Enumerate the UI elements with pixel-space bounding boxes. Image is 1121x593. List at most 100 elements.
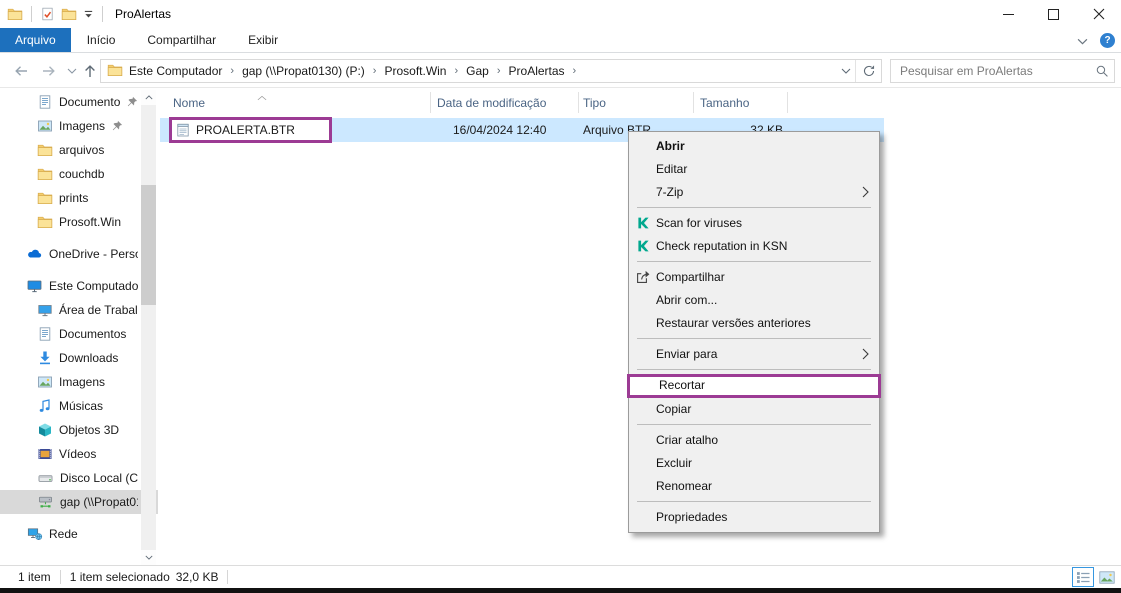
new-folder-icon[interactable]: [61, 6, 77, 22]
breadcrumb-item-gap[interactable]: Gap: [464, 64, 491, 78]
breadcrumb: Este Computador › gap (\\Propat0130) (P:) ›…: [127, 64, 837, 78]
sidebar-scrollbar[interactable]: [141, 90, 156, 565]
breadcrumb-item-proalertas[interactable]: ProAlertas: [507, 64, 567, 78]
search-icon: [1090, 64, 1114, 78]
sidebar-item-imagens[interactable]: Imagens: [0, 370, 158, 394]
sidebar-item-musicas[interactable]: Músicas: [0, 394, 158, 418]
expand-ribbon-icon[interactable]: [1077, 34, 1088, 48]
folder-icon: [37, 166, 53, 182]
sidebar-item-videos[interactable]: Vídeos: [0, 442, 158, 466]
context-menu-item-enviar-para[interactable]: Enviar para: [629, 343, 879, 366]
menu-item-label: Scan for viruses: [656, 216, 742, 230]
help-icon[interactable]: ?: [1100, 33, 1115, 48]
column-header-data-de-modificacao[interactable]: Data de modificação: [430, 90, 578, 115]
sidebar-item-downloads[interactable]: Downloads: [0, 346, 158, 370]
context-menu-item-excluir[interactable]: Excluir: [629, 452, 879, 475]
up-button[interactable]: [80, 61, 100, 81]
context-menu-item-propriedades[interactable]: Propriedades: [629, 506, 879, 529]
breadcrumb-chevron-icon: ›: [497, 65, 501, 77]
sidebar-item-label: Imagens: [59, 375, 105, 389]
sidebar-item-label: gap (\\Propat0130) (P:): [60, 495, 138, 509]
menu-item-label: Recortar: [659, 378, 705, 392]
minimize-button[interactable]: [986, 0, 1031, 28]
submenu-chevron-icon: [862, 348, 870, 360]
sidebar-item-este-computador[interactable]: Este Computador: [0, 274, 158, 298]
menu-item-label: Propriedades: [656, 510, 727, 524]
document-icon: [37, 326, 53, 342]
tab-arquivo[interactable]: Arquivo: [0, 28, 71, 52]
forward-button[interactable]: [39, 61, 59, 81]
folder-icon: [37, 214, 53, 230]
breadcrumb-item-este-computador[interactable]: Este Computador: [127, 64, 224, 78]
context-menu-item-renomear[interactable]: Renomear: [629, 475, 879, 498]
scroll-down-icon[interactable]: [141, 550, 156, 565]
context-menu-item-7-zip[interactable]: 7-Zip: [629, 181, 879, 204]
sidebar-item-gap-propat0130-p[interactable]: gap (\\Propat0130) (P:): [0, 490, 158, 514]
column-header-tipo[interactable]: Tipo: [578, 90, 693, 115]
share-icon: [635, 269, 651, 285]
picture-icon: [37, 118, 53, 134]
status-divider: [60, 570, 61, 584]
tab-exibir[interactable]: Exibir: [232, 28, 294, 52]
column-header-nome[interactable]: Nome: [160, 90, 430, 115]
sidebar-item-label: Objetos 3D: [59, 423, 119, 437]
context-menu-item-restaurar-versoes-anteriores[interactable]: Restaurar versões anteriores: [629, 312, 879, 335]
explorer-window: ProAlertas ArquivoInícioCompartilharExib…: [0, 0, 1121, 593]
context-menu-item-abrir-com[interactable]: Abrir com...: [629, 289, 879, 312]
context-menu-item-check-reputation-in-ksn[interactable]: Check reputation in KSN: [629, 235, 879, 258]
sidebar-item-documentos[interactable]: Documentos: [0, 90, 158, 114]
tab-inicio[interactable]: Início: [71, 28, 132, 52]
taskbar-edge: [0, 588, 1121, 593]
scroll-up-icon[interactable]: [141, 90, 156, 105]
breadcrumb-chevron-icon: ›: [573, 65, 577, 77]
column-separator[interactable]: [787, 92, 788, 113]
search-box[interactable]: [890, 59, 1115, 83]
back-button[interactable]: [11, 61, 31, 81]
scrollbar-thumb[interactable]: [141, 185, 156, 305]
address-dropdown-icon[interactable]: [837, 68, 855, 74]
folder-icon: [37, 190, 53, 206]
context-menu-item-scan-for-viruses[interactable]: Scan for viruses: [629, 212, 879, 235]
sidebar-item-label: Este Computador: [49, 279, 138, 293]
customize-toolbar-icon[interactable]: [83, 9, 94, 19]
video-icon: [37, 446, 53, 462]
sidebar-item-arquivos[interactable]: arquivos: [0, 138, 158, 162]
column-header-tamanho[interactable]: Tamanho: [693, 90, 787, 115]
context-menu-item-abrir[interactable]: Abrir: [629, 135, 879, 158]
sidebar-item-prints[interactable]: prints: [0, 186, 158, 210]
refresh-icon[interactable]: [855, 60, 881, 82]
recent-locations-chevron-icon[interactable]: [62, 61, 82, 81]
file-name: PROALERTA.BTR: [196, 123, 295, 137]
sidebar-item-objetos-3d[interactable]: Objetos 3D: [0, 418, 158, 442]
sidebar-item-rede[interactable]: Rede: [0, 522, 158, 546]
properties-check-icon[interactable]: [40, 6, 55, 22]
sidebar-item-documentos[interactable]: Documentos: [0, 322, 158, 346]
status-bar: 1 item 1 item selecionado 32,0 KB: [0, 565, 1121, 588]
breadcrumb-item-prosoft-win[interactable]: Prosoft.Win: [382, 64, 448, 78]
details-view-button[interactable]: [1072, 567, 1094, 587]
sidebar-item-area-de-trabalho[interactable]: Área de Trabalho: [0, 298, 158, 322]
breadcrumb-item-gap-propat0130-p[interactable]: gap (\\Propat0130) (P:): [240, 64, 367, 78]
window-controls: [986, 0, 1121, 28]
sidebar-item-prosoft-win[interactable]: Prosoft.Win: [0, 210, 158, 234]
sidebar-item-couchdb[interactable]: couchdb: [0, 162, 158, 186]
sidebar-item-onedrive-personal[interactable]: OneDrive - Personal: [0, 242, 158, 266]
sidebar-item-disco-local-c[interactable]: Disco Local (C:): [0, 466, 158, 490]
thumbnails-view-button[interactable]: [1096, 567, 1118, 587]
context-menu-item-copiar[interactable]: Copiar: [629, 398, 879, 421]
drive-icon: [37, 470, 54, 486]
context-menu-item-editar[interactable]: Editar: [629, 158, 879, 181]
sidebar-item-imagens[interactable]: Imagens: [0, 114, 158, 138]
breadcrumb-chevron-icon: ›: [454, 65, 458, 77]
context-menu-item-compartilhar[interactable]: Compartilhar: [629, 266, 879, 289]
context-menu-item-recortar[interactable]: Recortar: [627, 374, 881, 398]
window-title: ProAlertas: [115, 7, 171, 21]
maximize-button[interactable]: [1031, 0, 1076, 28]
context-menu-item-criar-atalho[interactable]: Criar atalho: [629, 429, 879, 452]
tab-compartilhar[interactable]: Compartilhar: [131, 28, 232, 52]
address-bar[interactable]: Este Computador › gap (\\Propat0130) (P:) ›…: [100, 59, 882, 83]
close-button[interactable]: [1076, 0, 1121, 28]
navigation-pane: DocumentosImagensarquivoscouchdbprintsPr…: [0, 90, 158, 565]
search-input[interactable]: [891, 64, 1090, 78]
pin-icon: [111, 120, 123, 132]
